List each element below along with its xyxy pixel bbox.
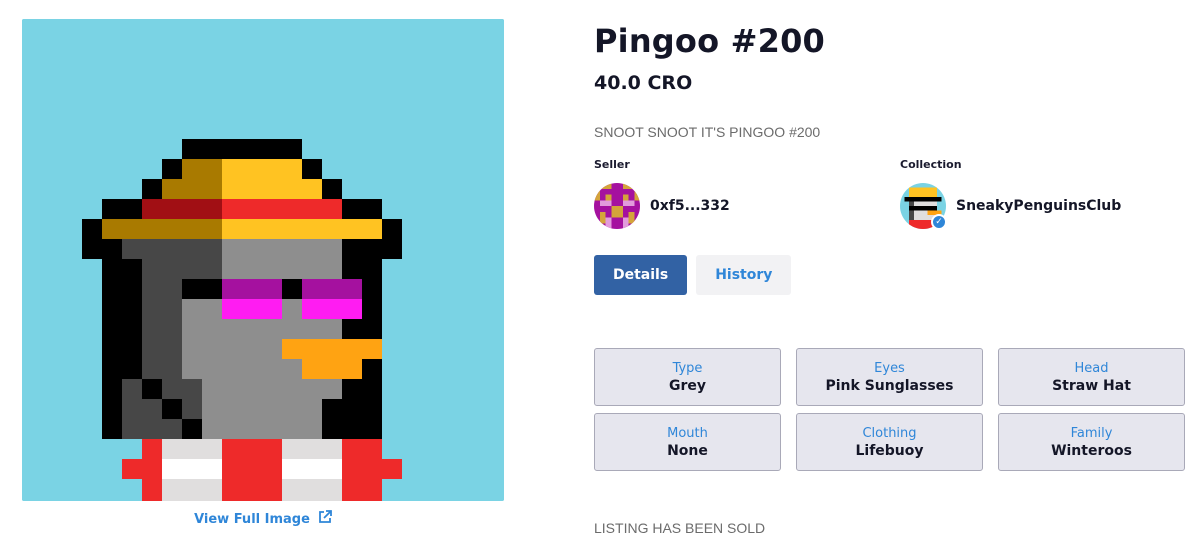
- trait-type: Mouth: [667, 425, 708, 441]
- seller-label: Seller: [594, 158, 630, 171]
- view-full-image-label: View Full Image: [194, 511, 310, 527]
- seller-link[interactable]: 0xf5...332: [594, 183, 730, 229]
- trait-card[interactable]: Family Winteroos: [998, 413, 1185, 471]
- collection-label: Collection: [900, 158, 962, 171]
- tab-history[interactable]: History: [696, 255, 792, 295]
- trait-type: Head: [1074, 360, 1109, 376]
- collection-name: SneakyPenguinsClub: [956, 198, 1122, 214]
- view-full-image-link[interactable]: View Full Image: [22, 510, 504, 528]
- trait-value: Grey: [668, 377, 707, 394]
- trait-value: Lifebuoy: [855, 442, 924, 459]
- collection-section: Collection ✓ SneakyPenguinsClub: [900, 158, 1122, 230]
- nft-price: 40.0 CRO: [594, 72, 693, 94]
- external-link-icon: [318, 510, 332, 528]
- nft-description: SNOOT SNOOT IT'S PINGOO #200: [594, 124, 821, 140]
- listing-status: LISTING HAS BEEN SOLD: [594, 520, 766, 536]
- penguin-pixel-art: [22, 19, 504, 501]
- traits-grid: Type Grey Eyes Pink Sunglasses Head Stra…: [594, 348, 1185, 471]
- trait-type: Clothing: [862, 425, 917, 441]
- collection-link[interactable]: ✓ SneakyPenguinsClub: [900, 183, 1122, 230]
- verified-check-icon: ✓: [931, 214, 947, 230]
- collection-avatar: ✓: [900, 183, 947, 230]
- trait-value: None: [667, 442, 708, 459]
- trait-type: Family: [1070, 425, 1113, 441]
- trait-card[interactable]: Eyes Pink Sunglasses: [796, 348, 983, 406]
- trait-card[interactable]: Mouth None: [594, 413, 781, 471]
- trait-value: Pink Sunglasses: [825, 377, 954, 394]
- detail-tabs: Details History: [594, 255, 792, 295]
- tab-details[interactable]: Details: [594, 255, 688, 295]
- seller-avatar: [594, 183, 640, 229]
- trait-card[interactable]: Type Grey: [594, 348, 781, 406]
- trait-type: Eyes: [874, 360, 905, 376]
- trait-type: Type: [672, 360, 703, 376]
- nft-artwork[interactable]: [22, 19, 504, 501]
- trait-card[interactable]: Clothing Lifebuoy: [796, 413, 983, 471]
- trait-card[interactable]: Head Straw Hat: [998, 348, 1185, 406]
- nft-image-panel: View Full Image: [22, 19, 504, 528]
- nft-title: Pingoo #200: [594, 22, 826, 60]
- seller-address: 0xf5...332: [650, 198, 730, 214]
- trait-value: Straw Hat: [1052, 377, 1131, 394]
- trait-value: Winteroos: [1051, 442, 1132, 459]
- seller-section: Seller 0xf5...332: [594, 158, 730, 229]
